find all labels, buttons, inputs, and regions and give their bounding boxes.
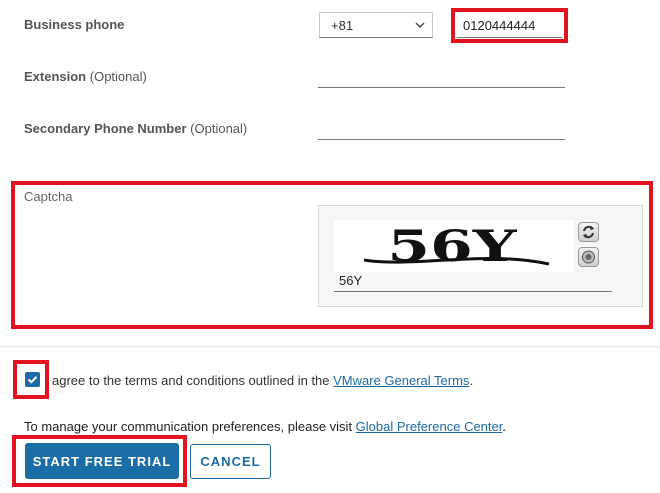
global-preference-center-link[interactable]: Global Preference Center [356,419,503,434]
extension-label: Extension (Optional) [24,69,147,84]
business-phone-label: Business phone [24,17,125,32]
secondary-phone-input[interactable] [318,116,565,140]
highlight-box-phone [451,8,568,43]
highlight-box-start-trial [12,435,187,487]
divider [0,346,660,347]
cancel-button[interactable]: CANCEL [190,444,271,479]
country-code-value: +81 [331,18,354,33]
secondary-phone-label: Secondary Phone Number (Optional) [24,121,248,136]
extension-input[interactable] [318,64,565,88]
preferences-text: To manage your communication preferences… [24,419,506,434]
highlight-box-checkbox [13,360,49,399]
country-code-select[interactable]: +81 [319,12,433,38]
vmware-general-terms-link[interactable]: VMware General Terms [333,373,469,388]
agree-text: agree to the terms and conditions outlin… [52,373,474,388]
highlight-box-captcha [11,181,653,329]
chevron-down-icon [415,22,425,28]
